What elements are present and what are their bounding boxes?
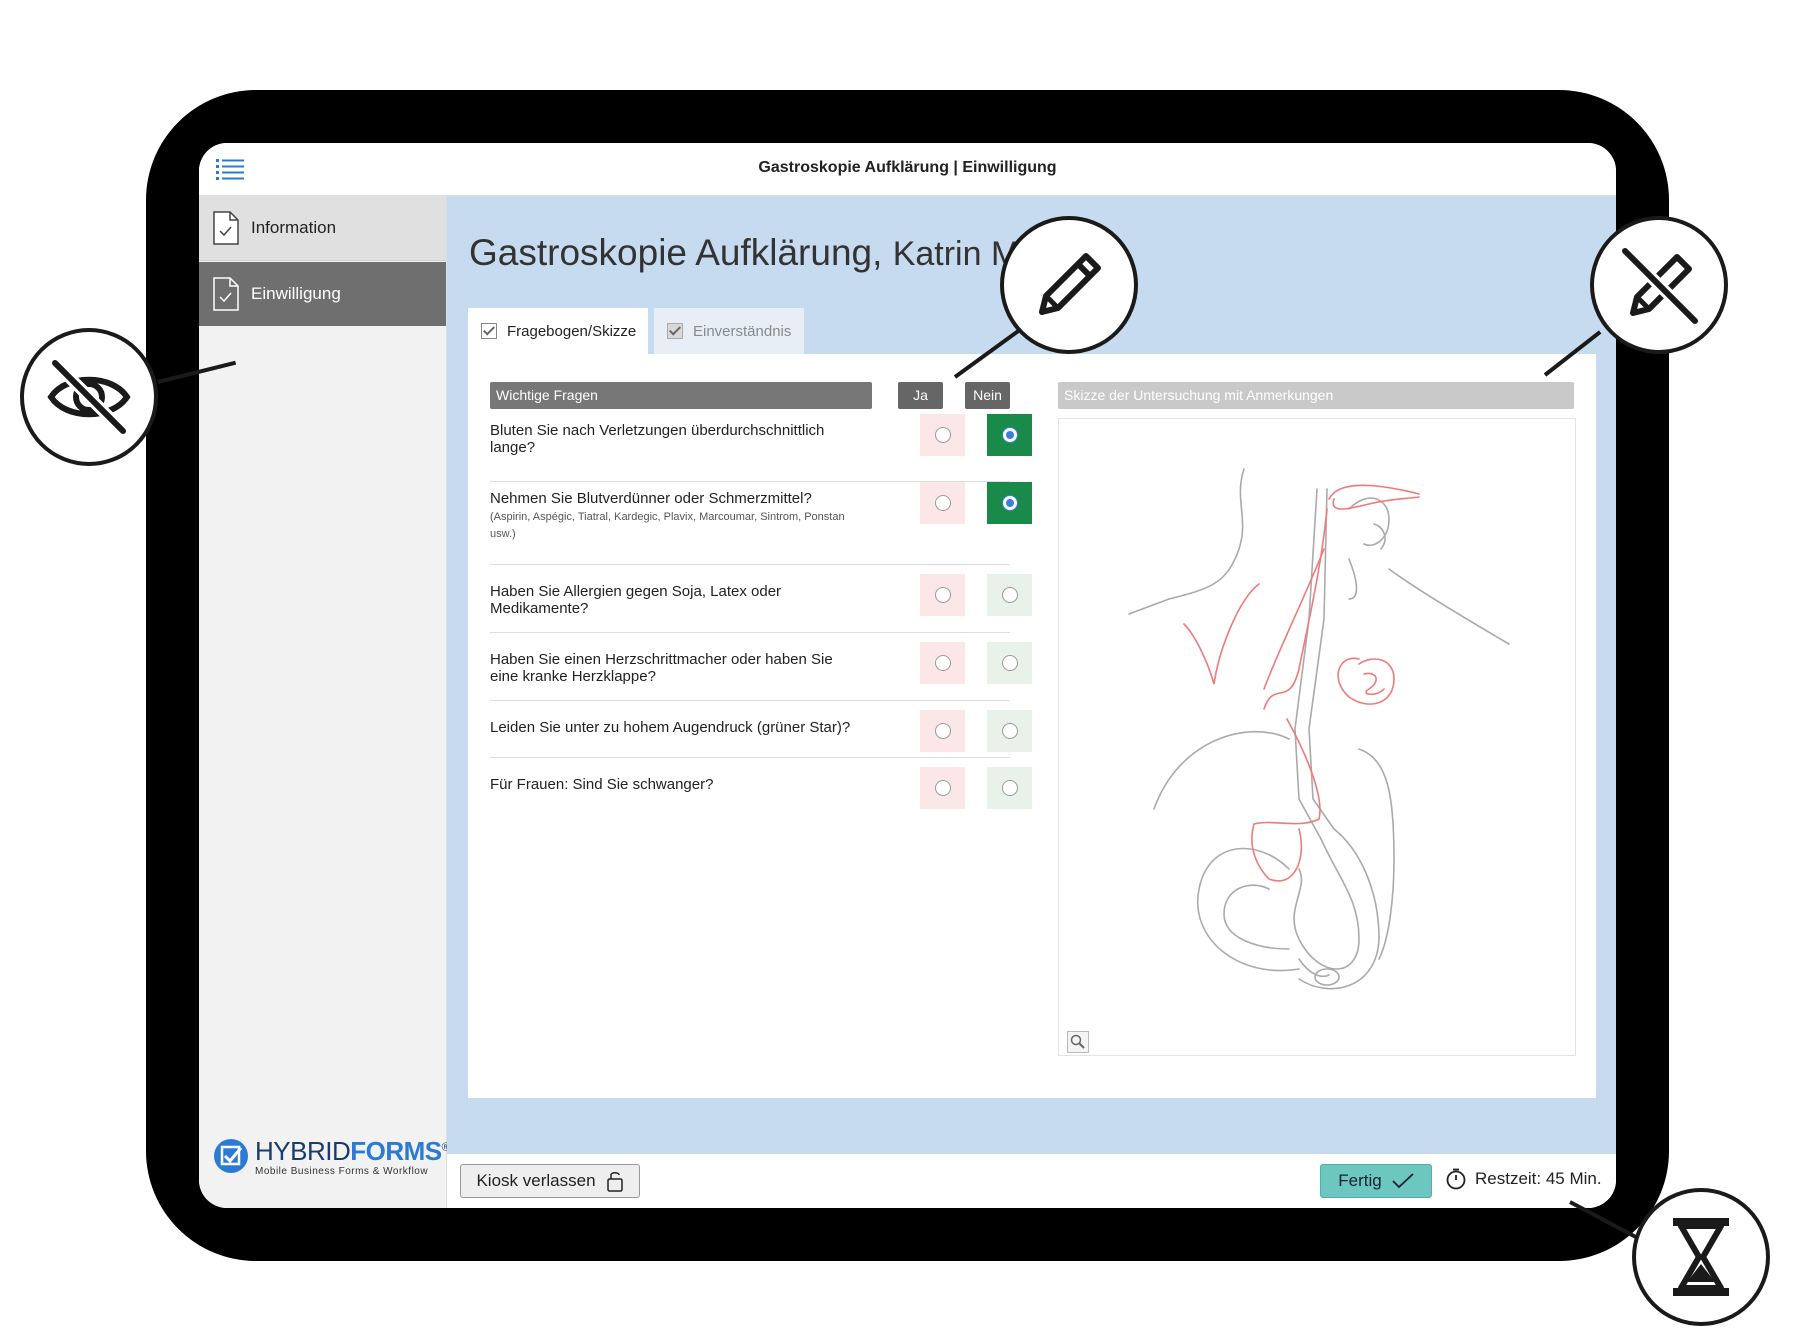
answer-no[interactable] xyxy=(987,574,1032,616)
sidebar: Information Einwilligung HYBRIDFORMS® Mo… xyxy=(199,196,450,1208)
form-panel: Wichtige Fragen Ja Nein Skizze der Unter… xyxy=(468,354,1596,1098)
app-title: Gastroskopie Aufklärung | Einwilligung xyxy=(758,159,1057,176)
logo-brand: HYBRIDFORMS® xyxy=(255,1136,450,1166)
hybridforms-logo: HYBRIDFORMS® Mobile Business Forms & Wor… xyxy=(213,1134,450,1182)
tab-checkbox xyxy=(667,323,683,339)
sidebar-item-label: Einwilligung xyxy=(251,284,341,303)
hourglass-icon xyxy=(1673,1218,1729,1296)
tab-checkbox xyxy=(481,323,497,339)
checkmark-icon xyxy=(1392,1173,1414,1189)
question-text: Nehmen Sie Blutverdünner oder Schmerzmit… xyxy=(490,490,850,543)
answer-yes[interactable] xyxy=(920,482,965,524)
radio-no[interactable] xyxy=(1001,427,1018,443)
timer-text: Restzeit: 45 Min. xyxy=(1475,1169,1602,1188)
question-row: Haben Sie einen Herzschrittmacher oder h… xyxy=(490,633,1032,701)
answer-yes[interactable] xyxy=(920,642,965,684)
radio-no[interactable] xyxy=(1001,495,1018,511)
document-check-icon xyxy=(213,277,239,311)
app-screen: Gastroskopie Aufklärung | Einwilligung I… xyxy=(199,143,1616,1208)
bottom-bar: Kiosk verlassen Fertig Restzeit: 45 Min. xyxy=(447,1154,1616,1208)
radio-no[interactable] xyxy=(1001,780,1018,796)
document-check-icon xyxy=(213,211,239,245)
questions-header: Wichtige Fragen xyxy=(490,382,872,409)
radio-yes[interactable] xyxy=(934,780,951,796)
callout-hourglass xyxy=(1632,1188,1770,1326)
radio-yes[interactable] xyxy=(934,495,951,511)
patient-name: Katrin M xyxy=(892,235,1020,273)
top-bar: Gastroskopie Aufklärung | Einwilligung xyxy=(199,143,1616,196)
answer-no[interactable] xyxy=(987,642,1032,684)
callout-pencil xyxy=(1000,216,1138,354)
answer-no[interactable] xyxy=(987,414,1032,456)
tab-einverstaendnis[interactable]: Einverständnis xyxy=(654,308,804,354)
question-row: Nehmen Sie Blutverdünner oder Schmerzmit… xyxy=(490,482,1032,565)
answer-yes[interactable] xyxy=(920,767,965,809)
column-header-no: Nein xyxy=(965,382,1010,409)
eye-slash-icon xyxy=(47,358,131,436)
magnifier-icon xyxy=(1070,1034,1085,1049)
sidebar-item-information[interactable]: Information xyxy=(199,196,446,261)
exit-kiosk-button[interactable]: Kiosk verlassen xyxy=(460,1164,640,1198)
answer-no[interactable] xyxy=(987,482,1032,524)
zoom-icon[interactable] xyxy=(1067,1031,1089,1053)
radio-yes[interactable] xyxy=(934,427,951,443)
radio-no[interactable] xyxy=(1001,655,1018,671)
question-row: Für Frauen: Sind Sie schwanger? xyxy=(490,758,1032,814)
question-text: Haben Sie Allergien gegen Soja, Latex od… xyxy=(490,583,782,617)
radio-yes[interactable] xyxy=(934,723,951,739)
question-row: Bluten Sie nach Verletzungen überdurchsc… xyxy=(490,414,1032,482)
answer-yes[interactable] xyxy=(920,414,965,456)
unlock-icon xyxy=(606,1172,623,1192)
question-text: Für Frauen: Sind Sie schwanger? xyxy=(490,776,714,793)
radio-yes[interactable] xyxy=(934,655,951,671)
answer-no[interactable] xyxy=(987,767,1032,809)
radio-no[interactable] xyxy=(1001,723,1018,739)
remaining-time: Restzeit: 45 Min. xyxy=(1445,1168,1602,1190)
column-header-yes: Ja xyxy=(898,382,943,409)
callout-pencil-slash xyxy=(1590,216,1728,354)
answer-yes[interactable] xyxy=(920,574,965,616)
sketch-header: Skizze der Untersuchung mit Anmerkungen xyxy=(1058,382,1574,409)
radio-yes[interactable] xyxy=(934,587,951,603)
pencil-icon xyxy=(1039,253,1101,315)
question-row: Leiden Sie unter zu hohem Augendruck (gr… xyxy=(490,701,1032,758)
pencil-slash-icon xyxy=(1620,246,1700,326)
answer-yes[interactable] xyxy=(920,710,965,752)
callout-eye-slash xyxy=(20,328,158,466)
question-text: Haben Sie einen Herzschrittmacher oder h… xyxy=(490,651,833,685)
question-row: Haben Sie Allergien gegen Soja, Latex od… xyxy=(490,565,1032,633)
sidebar-item-label: Information xyxy=(251,218,337,237)
question-text: Bluten Sie nach Verletzungen überdurchsc… xyxy=(490,422,825,456)
question-text: Leiden Sie unter zu hohem Augendruck (gr… xyxy=(490,719,851,736)
sketch-canvas[interactable] xyxy=(1058,418,1576,1056)
page-title: Gastroskopie Aufklärung, Katrin M xyxy=(469,232,1020,273)
done-button[interactable]: Fertig xyxy=(1320,1164,1432,1198)
sidebar-item-einwilligung[interactable]: Einwilligung xyxy=(199,262,446,326)
logo-mark-icon xyxy=(214,1139,248,1173)
stopwatch-icon xyxy=(1446,1168,1466,1190)
radio-no[interactable] xyxy=(1001,587,1018,603)
gastroscopy-sketch-drawing xyxy=(1128,468,1510,990)
answer-no[interactable] xyxy=(987,710,1032,752)
tab-fragebogen[interactable]: Fragebogen/Skizze xyxy=(468,308,648,354)
logo-tagline: Mobile Business Forms & Workflow xyxy=(255,1166,429,1177)
question-subtext: (Aspirin, Aspégic, Tiatral, Kardegic, Pl… xyxy=(490,511,845,540)
